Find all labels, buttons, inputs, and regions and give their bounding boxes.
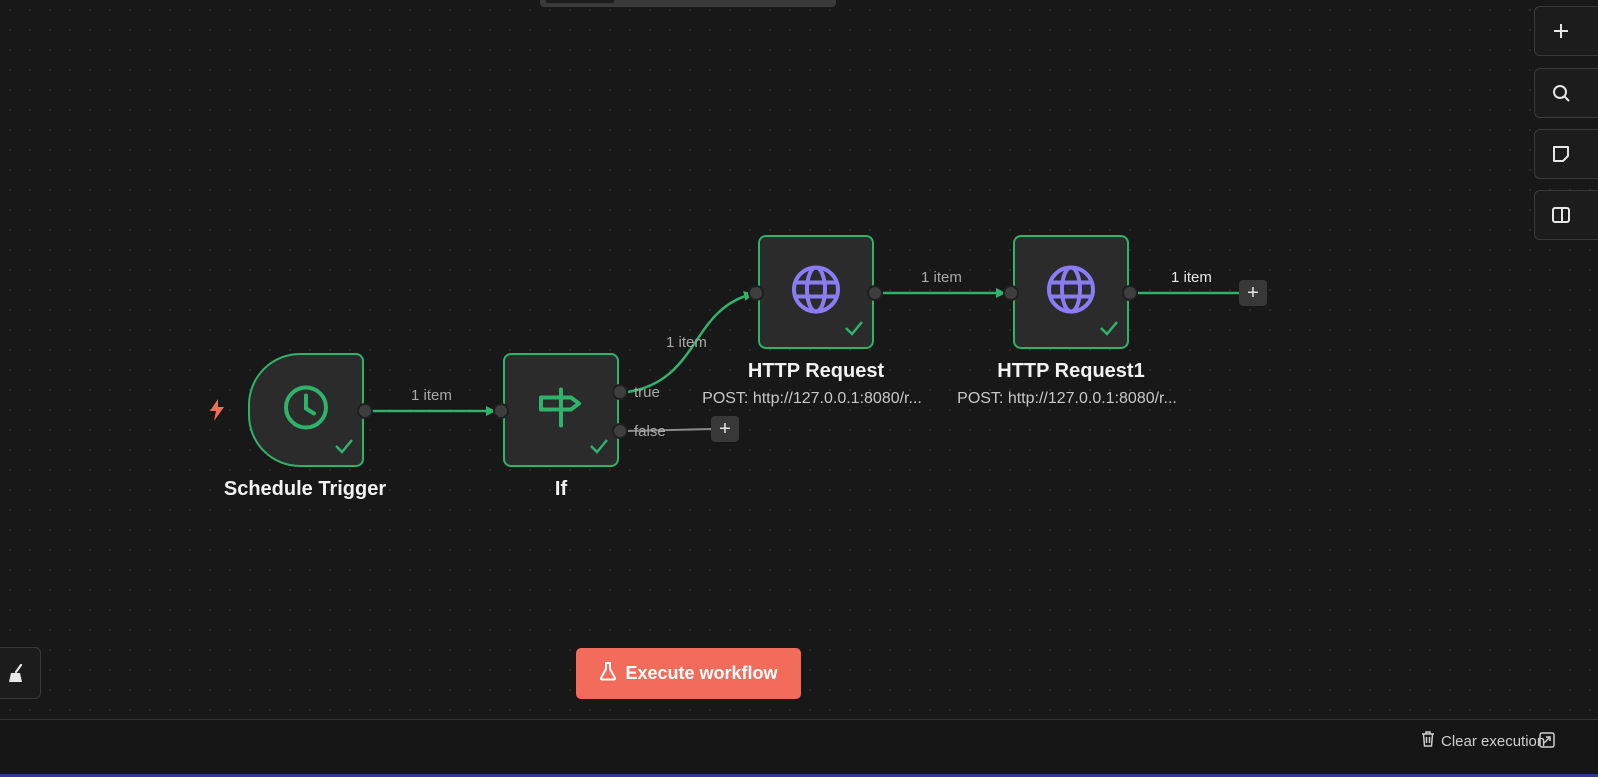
add-node-button[interactable]: + (1239, 280, 1267, 306)
top-panel-handle[interactable] (540, 0, 836, 7)
input-port[interactable] (493, 403, 509, 419)
bottom-panel-bar: Clear execution (0, 719, 1598, 777)
add-node-toolbar-button[interactable] (1534, 6, 1598, 56)
node-http-request1[interactable] (1013, 235, 1129, 349)
toggle-panel-toolbar-button[interactable] (1534, 190, 1598, 240)
node-title: HTTP Request (747, 360, 885, 382)
popout-icon[interactable] (1538, 731, 1556, 754)
node-title: HTTP Request1 (997, 360, 1145, 382)
node-http-request[interactable] (758, 235, 874, 349)
panel-icon (1551, 205, 1571, 230)
plus-icon (1551, 21, 1571, 46)
sticky-note-toolbar-button[interactable] (1534, 129, 1598, 179)
add-node-button-false[interactable]: + (711, 416, 739, 442)
edge-label: 1 item (1171, 269, 1212, 286)
node-if[interactable] (503, 353, 619, 467)
output-port[interactable] (867, 285, 883, 301)
sticky-note-icon (1551, 144, 1571, 169)
node-subtitle: POST: http://127.0.0.1:8080/r... (957, 390, 1177, 407)
edge-label: 1 item (921, 269, 962, 286)
output-port[interactable] (1122, 285, 1138, 301)
clock-icon (282, 384, 330, 437)
tidy-up-button[interactable] (0, 647, 41, 699)
input-port[interactable] (748, 285, 764, 301)
success-check-icon (589, 438, 609, 459)
node-subtitle: POST: http://127.0.0.1:8080/r... (702, 390, 922, 407)
trigger-bolt-icon (206, 398, 228, 427)
node-schedule-trigger[interactable] (248, 353, 364, 467)
output-port[interactable] (357, 403, 373, 419)
globe-icon (1045, 264, 1097, 321)
edge-label: 1 item (411, 387, 452, 404)
signpost-icon (537, 386, 585, 435)
success-check-icon (1099, 320, 1119, 341)
output-port-false[interactable] (612, 423, 628, 439)
success-check-icon (334, 438, 354, 459)
output-label-false: false (634, 423, 666, 440)
input-port[interactable] (1003, 285, 1019, 301)
success-check-icon (844, 320, 864, 341)
clear-execution-button[interactable]: Clear execution (1420, 730, 1545, 752)
clear-execution-label: Clear execution (1441, 732, 1546, 750)
top-panel-handle-grip (546, 0, 614, 3)
execute-workflow-button[interactable]: Execute workflow (576, 648, 801, 699)
search-toolbar-button[interactable] (1534, 68, 1598, 118)
execute-workflow-label: Execute workflow (625, 663, 778, 683)
globe-icon (790, 264, 842, 321)
trash-icon (1420, 730, 1436, 752)
edge-label: 1 item (666, 334, 707, 351)
output-label-true: true (634, 384, 660, 401)
broom-icon (7, 663, 29, 690)
flask-icon (599, 661, 617, 686)
node-title: If (554, 478, 568, 500)
search-icon (1551, 83, 1571, 108)
node-title: Schedule Trigger (223, 478, 387, 500)
output-port-true[interactable] (612, 384, 628, 400)
